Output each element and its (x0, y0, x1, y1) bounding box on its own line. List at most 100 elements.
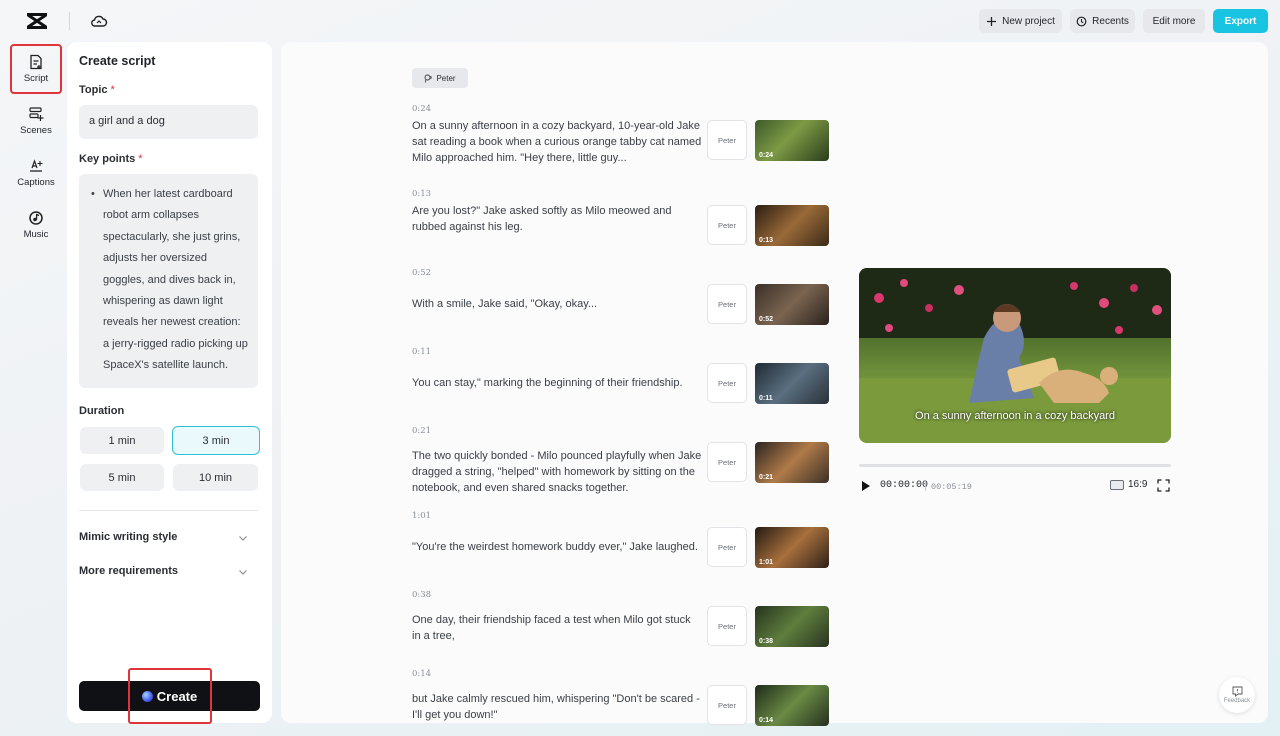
segment-voice-button[interactable]: Peter (707, 527, 747, 567)
mimic-writing-style-accordion[interactable]: Mimic writing style (79, 531, 258, 543)
duration-10min-button[interactable]: 10 min (173, 464, 258, 491)
aspect-ratio-selector[interactable]: 16:9 (1110, 479, 1147, 490)
segment-voice-button[interactable]: Peter (707, 120, 747, 160)
video-preview[interactable]: On a sunny afternoon in a cozy backyard (859, 268, 1171, 443)
segment-voice-button[interactable]: Peter (707, 685, 747, 725)
thumbnail-duration: 0:11 (759, 395, 773, 402)
segment-text[interactable]: On a sunny afternoon in a cozy backyard,… (412, 118, 702, 166)
create-script-panel: Create script Topic* a girl and a dog Ke… (67, 42, 272, 723)
clock-icon (1076, 16, 1087, 27)
panel-title: Create script (79, 54, 155, 68)
topic-label: Topic* (79, 84, 115, 96)
current-time: 00:00:00 (880, 480, 928, 491)
segment-thumbnail[interactable]: 0:52 (755, 284, 829, 325)
segment-voice-button[interactable]: Peter (707, 284, 747, 324)
cloud-icon[interactable] (90, 12, 108, 30)
segment-text[interactable]: "You're the weirdest homework buddy ever… (412, 539, 702, 555)
thumbnail-duration: 1:01 (759, 559, 773, 566)
required-mark: * (111, 84, 115, 96)
recents-label: Recents (1092, 16, 1129, 27)
more-label: More requirements (79, 565, 178, 577)
topic-label-text: Topic (79, 84, 108, 96)
feedback-label: Feedback (1224, 698, 1250, 704)
key-points-input[interactable]: • When her latest cardboard robot arm co… (79, 174, 258, 388)
scenes-icon (28, 106, 44, 122)
fullscreen-icon[interactable] (1157, 479, 1170, 492)
segment-thumbnail[interactable]: 0:21 (755, 442, 829, 483)
panel-divider (79, 510, 258, 511)
segment-time: 0:24 (412, 104, 431, 114)
required-mark: * (138, 153, 142, 165)
segment-thumbnail[interactable]: 0:13 (755, 205, 829, 246)
rail-scenes-label: Scenes (20, 125, 52, 136)
bullet-marker: • (91, 184, 95, 205)
playback-progress-bar[interactable] (859, 464, 1171, 467)
voice-chip[interactable]: Peter (412, 68, 468, 88)
voice-chip-label: Peter (436, 74, 455, 83)
rail-music-label: Music (24, 229, 49, 240)
segment-time: 0:21 (412, 426, 431, 436)
thumbnail-duration: 0:24 (759, 152, 773, 159)
segment-voice-button[interactable]: Peter (707, 363, 747, 403)
segment-thumbnail[interactable]: 0:24 (755, 120, 829, 161)
segment-thumbnail[interactable]: 0:11 (755, 363, 829, 404)
segment-time: 0:13 (412, 189, 431, 199)
rail-item-music[interactable]: Music (10, 200, 62, 250)
rail-item-scenes[interactable]: Scenes (10, 96, 62, 146)
rail-captions-label: Captions (17, 177, 55, 188)
time-divider (925, 481, 926, 491)
chevron-down-icon (238, 567, 248, 577)
play-icon[interactable] (861, 480, 871, 492)
thumbnail-duration: 0:52 (759, 316, 773, 323)
segment-text[interactable]: The two quickly bonded - Milo pounced pl… (412, 448, 702, 496)
new-project-label: New project (1002, 16, 1055, 27)
segment-voice-button[interactable]: Peter (707, 205, 747, 245)
captions-icon (28, 158, 44, 174)
feedback-button[interactable]: Feedback (1219, 677, 1255, 713)
top-bar: New project Recents Edit more Export (0, 0, 1280, 42)
thumbnail-duration: 0:13 (759, 237, 773, 244)
segment-text[interactable]: but Jake calmly rescued him, whispering … (412, 691, 702, 723)
segment-text[interactable]: With a smile, Jake said, "Okay, okay... (412, 296, 702, 312)
topic-input[interactable]: a girl and a dog (79, 105, 258, 139)
topbar-divider (69, 12, 70, 30)
key-points-label-text: Key points (79, 153, 135, 165)
segment-thumbnail[interactable]: 0:38 (755, 606, 829, 647)
mimic-label: Mimic writing style (79, 531, 177, 543)
segment-thumbnail[interactable]: 0:14 (755, 685, 829, 726)
segment-time: 0:14 (412, 669, 431, 679)
voice-icon (424, 74, 433, 83)
aspect-ratio-icon (1110, 480, 1124, 490)
capcut-logo-icon[interactable] (26, 12, 48, 30)
duration-1min-button[interactable]: 1 min (80, 427, 164, 454)
segment-time: 0:52 (412, 268, 431, 278)
key-points-label: Key points* (79, 153, 143, 165)
duration-label: Duration (79, 405, 124, 417)
segment-time: 0:11 (412, 347, 431, 357)
thumbnail-duration: 0:14 (759, 717, 773, 724)
rail-item-script[interactable]: Script (10, 44, 62, 94)
key-points-text: When her latest cardboard robot arm coll… (103, 188, 248, 371)
chevron-down-icon (238, 533, 248, 543)
segment-voice-button[interactable]: Peter (707, 606, 747, 646)
segment-text[interactable]: One day, their friendship faced a test w… (412, 612, 702, 644)
recents-button[interactable]: Recents (1070, 9, 1135, 33)
rail-item-captions[interactable]: Captions (10, 148, 62, 198)
script-icon (28, 54, 44, 70)
segment-text[interactable]: Are you lost?" Jake asked softly as Milo… (412, 203, 702, 235)
feedback-icon (1232, 686, 1243, 697)
edit-more-button[interactable]: Edit more (1143, 9, 1205, 33)
segment-time: 1:01 (412, 511, 431, 521)
segment-text[interactable]: You can stay," marking the beginning of … (412, 375, 702, 391)
segment-thumbnail[interactable]: 1:01 (755, 527, 829, 568)
segment-voice-button[interactable]: Peter (707, 442, 747, 482)
more-requirements-accordion[interactable]: More requirements (79, 565, 258, 577)
duration-5min-button[interactable]: 5 min (80, 464, 164, 491)
edit-more-label: Edit more (1153, 16, 1196, 27)
plus-icon (986, 16, 997, 27)
duration-3min-button[interactable]: 3 min (172, 426, 260, 455)
export-button[interactable]: Export (1213, 9, 1268, 33)
video-caption: On a sunny afternoon in a cozy backyard (859, 410, 1171, 422)
music-icon (28, 210, 44, 226)
new-project-button[interactable]: New project (979, 9, 1062, 33)
